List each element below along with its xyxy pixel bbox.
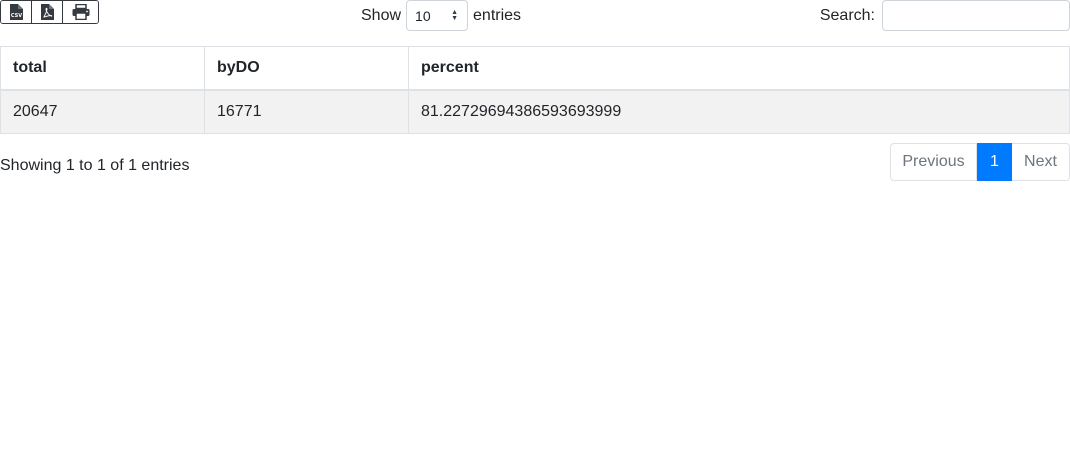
- data-table: total byDO percent 20647 16771 81.227296…: [0, 46, 1070, 134]
- length-prefix-label: Show: [361, 6, 402, 24]
- svg-text:CSV: CSV: [11, 13, 22, 19]
- column-header-bydo[interactable]: byDO: [204, 46, 409, 91]
- select-arrows-icon: ▲ ▼: [451, 9, 459, 22]
- export-csv-button[interactable]: CSV: [1, 1, 32, 23]
- page-1-button[interactable]: 1: [977, 143, 1012, 181]
- table-controls: CSV Show 10 ▲ ▼ entries Search:: [0, 0, 1070, 40]
- pdf-file-icon: [40, 4, 54, 20]
- cell-bydo: 16771: [204, 89, 409, 134]
- cell-total: 20647: [0, 89, 205, 134]
- table-header-row: total byDO percent: [0, 46, 1070, 91]
- print-icon: [72, 4, 90, 20]
- table-info: Showing 1 to 1 of 1 entries: [0, 157, 190, 174]
- length-suffix-label: entries: [473, 6, 522, 24]
- previous-page-button[interactable]: Previous: [890, 143, 977, 181]
- export-pdf-button[interactable]: [32, 1, 63, 23]
- csv-file-icon: CSV: [9, 4, 23, 20]
- table-row: 20647 16771 81.22729694386593693999: [0, 89, 1070, 134]
- search-input[interactable]: [882, 0, 1070, 31]
- column-header-total[interactable]: total: [0, 46, 205, 91]
- cell-percent: 81.22729694386593693999: [408, 89, 1070, 134]
- entries-per-page-value: 10: [415, 7, 431, 24]
- entries-per-page-select[interactable]: 10 ▲ ▼: [406, 0, 469, 31]
- column-header-percent[interactable]: percent: [408, 46, 1070, 91]
- search-label: Search:: [819, 6, 875, 24]
- pagination: Previous 1 Next: [890, 143, 1070, 181]
- export-button-group: CSV: [0, 0, 99, 24]
- entries-length-control: Show 10 ▲ ▼ entries: [361, 0, 521, 31]
- next-page-button[interactable]: Next: [1012, 143, 1070, 181]
- print-button[interactable]: [63, 1, 98, 23]
- search-control: Search:: [820, 0, 1070, 31]
